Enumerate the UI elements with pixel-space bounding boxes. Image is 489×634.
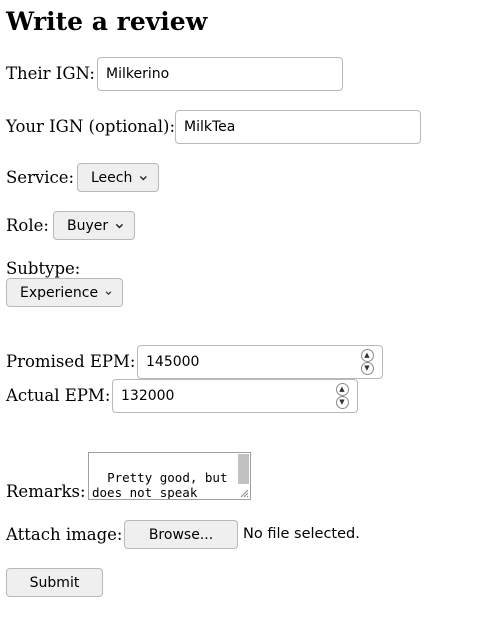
role-select[interactable]: Buyer [53, 211, 135, 240]
service-selected: Leech [91, 169, 133, 186]
attach-image-label: Attach image: [6, 525, 123, 544]
promised-epm-value: 145000 [146, 354, 200, 370]
service-label: Service: [6, 168, 75, 187]
spin-up-icon[interactable]: ▲ [335, 383, 349, 396]
remarks-value: Pretty good, but does not speak English … [92, 470, 228, 500]
spin-down-icon[interactable]: ▼ [360, 362, 374, 375]
your-ign-label: Your IGN (optional): [6, 117, 176, 136]
remarks-textarea[interactable]: Pretty good, but does not speak English … [88, 452, 251, 500]
chevron-down-icon [105, 290, 112, 295]
subtype-selected: Experience [20, 284, 99, 301]
actual-epm-spinner[interactable]: ▲ ▼ [335, 383, 349, 409]
actual-epm-input[interactable]: 132000 ▲ ▼ [112, 379, 358, 413]
remarks-label: Remarks: [6, 482, 86, 501]
their-ign-label: Their IGN: [6, 64, 95, 83]
your-ign-value: MilkTea [184, 119, 236, 135]
resize-handle-icon[interactable] [239, 488, 249, 498]
spin-down-icon[interactable]: ▼ [335, 396, 349, 409]
actual-epm-label: Actual EPM: [6, 386, 111, 405]
their-ign-value: Milkerino [106, 66, 170, 82]
chevron-down-icon [140, 175, 148, 180]
role-label: Role: [6, 216, 49, 235]
browse-button[interactable]: Browse... [124, 520, 238, 549]
promised-epm-input[interactable]: 145000 ▲ ▼ [137, 345, 383, 379]
subtype-select[interactable]: Experience [6, 278, 123, 307]
subtype-label: Subtype: [6, 259, 81, 278]
file-status: No file selected. [243, 526, 360, 542]
actual-epm-value: 132000 [121, 388, 175, 404]
role-selected: Buyer [67, 217, 109, 234]
page-title: Write a review [6, 7, 208, 36]
service-select[interactable]: Leech [77, 163, 159, 192]
submit-button[interactable]: Submit [6, 568, 103, 597]
their-ign-input[interactable]: Milkerino [97, 57, 343, 91]
chevron-down-icon [115, 223, 124, 229]
promised-epm-label: Promised EPM: [6, 352, 136, 371]
spin-up-icon[interactable]: ▲ [360, 349, 374, 362]
promised-epm-spinner[interactable]: ▲ ▼ [360, 349, 374, 375]
your-ign-input[interactable]: MilkTea [175, 110, 421, 144]
remarks-scrollbar[interactable] [238, 454, 249, 484]
